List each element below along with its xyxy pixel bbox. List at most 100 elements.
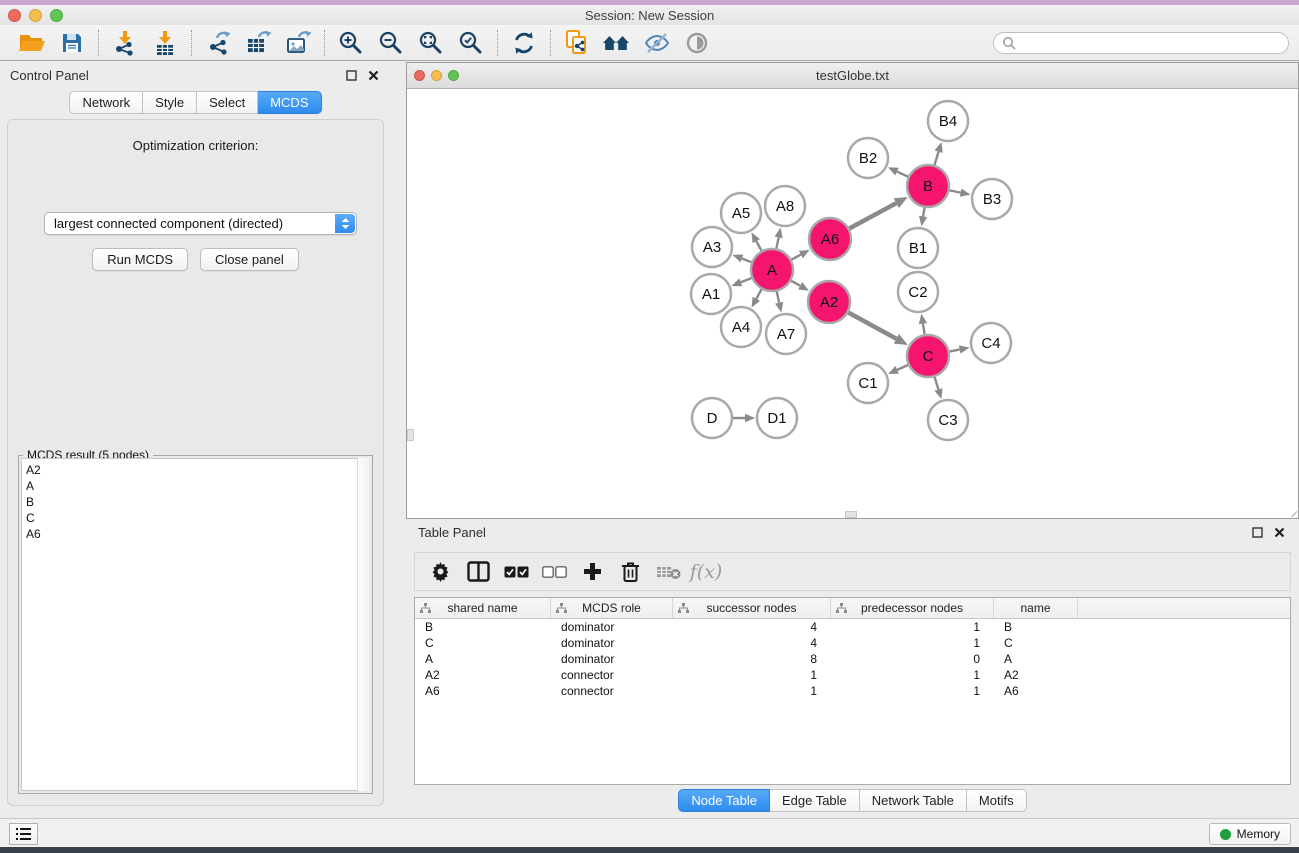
edge-B-B4[interactable] bbox=[934, 152, 938, 165]
table-cell[interactable]: A6 bbox=[415, 683, 551, 699]
save-session-icon[interactable] bbox=[52, 28, 92, 58]
table-cell[interactable]: B bbox=[994, 619, 1078, 635]
table-cell[interactable]: 8 bbox=[673, 651, 831, 667]
node-C2[interactable]: C2 bbox=[898, 272, 938, 312]
zoom-out-icon[interactable] bbox=[371, 28, 411, 58]
node-D1[interactable]: D1 bbox=[757, 398, 797, 438]
table-row[interactable]: Adominator80A bbox=[415, 651, 1290, 667]
mcds-result-item[interactable]: B bbox=[26, 494, 369, 510]
search-field[interactable] bbox=[993, 32, 1289, 54]
node-table[interactable]: shared nameMCDS rolesuccessor nodesprede… bbox=[414, 597, 1291, 785]
node-C3[interactable]: C3 bbox=[928, 400, 968, 440]
table-cell[interactable]: connector bbox=[551, 667, 673, 683]
column-settings-icon[interactable] bbox=[423, 557, 457, 587]
table-cell[interactable]: A bbox=[994, 651, 1078, 667]
table-cell[interactable]: 1 bbox=[831, 683, 994, 699]
table-cell[interactable]: A2 bbox=[415, 667, 551, 683]
edge-A-A4[interactable] bbox=[756, 289, 761, 299]
table-row[interactable]: Cdominator41C bbox=[415, 635, 1290, 651]
column-header-successor-nodes[interactable]: successor nodes bbox=[673, 598, 831, 618]
run-mcds-button[interactable]: Run MCDS bbox=[92, 248, 188, 271]
tab-motifs[interactable]: Motifs bbox=[967, 789, 1027, 812]
memory-button[interactable]: Memory bbox=[1209, 823, 1291, 845]
vertical-scroll-indicator[interactable] bbox=[407, 429, 414, 441]
duplicate-network-icon[interactable] bbox=[557, 28, 597, 58]
refresh-network-view-icon[interactable] bbox=[504, 28, 544, 58]
edge-A6-B[interactable] bbox=[849, 203, 896, 228]
node-C4[interactable]: C4 bbox=[971, 323, 1011, 363]
graphics-details-icon[interactable] bbox=[677, 28, 717, 58]
node-A2[interactable]: A2 bbox=[808, 281, 850, 323]
node-A6[interactable]: A6 bbox=[809, 218, 851, 260]
float-table-panel-icon[interactable] bbox=[1249, 525, 1265, 541]
delete-selected-rows-icon[interactable] bbox=[613, 557, 647, 587]
edge-B-B1[interactable] bbox=[923, 208, 924, 217]
table-cell[interactable]: 1 bbox=[831, 635, 994, 651]
edge-A-A1[interactable] bbox=[741, 278, 752, 282]
table-cell[interactable]: dominator bbox=[551, 651, 673, 667]
tab-edge-table[interactable]: Edge Table bbox=[770, 789, 860, 812]
deselect-all-icon[interactable] bbox=[537, 557, 571, 587]
edge-B-B2[interactable] bbox=[897, 172, 908, 177]
minimize-window-button[interactable] bbox=[29, 9, 42, 22]
table-cell[interactable]: A bbox=[415, 651, 551, 667]
float-panel-icon[interactable] bbox=[343, 67, 359, 83]
search-input[interactable] bbox=[1021, 36, 1280, 50]
mcds-result-list[interactable]: A2ABCA6 bbox=[21, 458, 370, 791]
tab-node-table[interactable]: Node Table bbox=[678, 789, 770, 812]
close-panel-icon[interactable] bbox=[365, 67, 381, 83]
node-C[interactable]: C bbox=[907, 335, 949, 377]
node-A7[interactable]: A7 bbox=[766, 314, 806, 354]
node-table-body[interactable]: Bdominator41BCdominator41CAdominator80AA… bbox=[415, 619, 1290, 699]
tab-network-table[interactable]: Network Table bbox=[860, 789, 967, 812]
node-A1[interactable]: A1 bbox=[691, 274, 731, 314]
hide-selected-icon[interactable] bbox=[637, 28, 677, 58]
column-header-name[interactable]: name bbox=[994, 598, 1078, 618]
node-B4[interactable]: B4 bbox=[928, 101, 968, 141]
table-row[interactable]: A2connector11A2 bbox=[415, 667, 1290, 683]
edge-C-C2[interactable] bbox=[923, 324, 925, 335]
column-header-shared-name[interactable]: shared name bbox=[415, 598, 551, 618]
zoom-fit-icon[interactable] bbox=[411, 28, 451, 58]
tab-mcds[interactable]: MCDS bbox=[258, 91, 321, 114]
node-A5[interactable]: A5 bbox=[721, 193, 761, 233]
network-overview-icon[interactable] bbox=[597, 28, 637, 58]
tab-select[interactable]: Select bbox=[197, 91, 258, 114]
edge-C-C3[interactable] bbox=[935, 377, 939, 389]
node-B3[interactable]: B3 bbox=[972, 179, 1012, 219]
tab-network[interactable]: Network bbox=[69, 91, 143, 114]
edge-C-C4[interactable] bbox=[950, 349, 960, 351]
mcds-result-item[interactable]: A6 bbox=[26, 526, 369, 542]
mcds-result-item[interactable]: C bbox=[26, 510, 369, 526]
table-cell[interactable]: dominator bbox=[551, 619, 673, 635]
table-cell[interactable]: C bbox=[415, 635, 551, 651]
network-canvas[interactable]: B4B2BB3A8A5A6A3B1AC2A1A2A4A7C4CC1DD1C3 bbox=[407, 89, 1298, 518]
table-cell[interactable]: 4 bbox=[673, 635, 831, 651]
mcds-result-scrollbar[interactable] bbox=[357, 458, 370, 791]
mcds-result-item[interactable]: A bbox=[26, 478, 369, 494]
node-A3[interactable]: A3 bbox=[692, 227, 732, 267]
table-cell[interactable]: 1 bbox=[831, 619, 994, 635]
column-header-mcds-role[interactable]: MCDS role bbox=[551, 598, 673, 618]
export-table-icon[interactable] bbox=[238, 28, 278, 58]
open-session-icon[interactable] bbox=[12, 28, 52, 58]
export-network-icon[interactable] bbox=[198, 28, 238, 58]
table-row[interactable]: Bdominator41B bbox=[415, 619, 1290, 635]
node-A[interactable]: A bbox=[751, 249, 793, 291]
edge-A-A2[interactable] bbox=[791, 281, 800, 286]
zoom-window-button[interactable] bbox=[50, 9, 63, 22]
edge-A2-C[interactable] bbox=[848, 313, 896, 339]
zoom-in-icon[interactable] bbox=[331, 28, 371, 58]
table-cell[interactable]: 1 bbox=[673, 683, 831, 699]
tab-style[interactable]: Style bbox=[143, 91, 197, 114]
edge-C-C1[interactable] bbox=[897, 365, 908, 370]
mcds-result-item[interactable]: A2 bbox=[26, 462, 369, 478]
select-all-icon[interactable] bbox=[499, 557, 533, 587]
import-network-icon[interactable] bbox=[105, 28, 145, 58]
network-minimize-button[interactable] bbox=[431, 70, 442, 81]
resize-grip-icon[interactable] bbox=[1283, 503, 1297, 517]
optimization-criterion-select[interactable]: largest connected component (directed) bbox=[44, 212, 357, 235]
node-A8[interactable]: A8 bbox=[765, 186, 805, 226]
table-cell[interactable]: 4 bbox=[673, 619, 831, 635]
node-A4[interactable]: A4 bbox=[721, 307, 761, 347]
